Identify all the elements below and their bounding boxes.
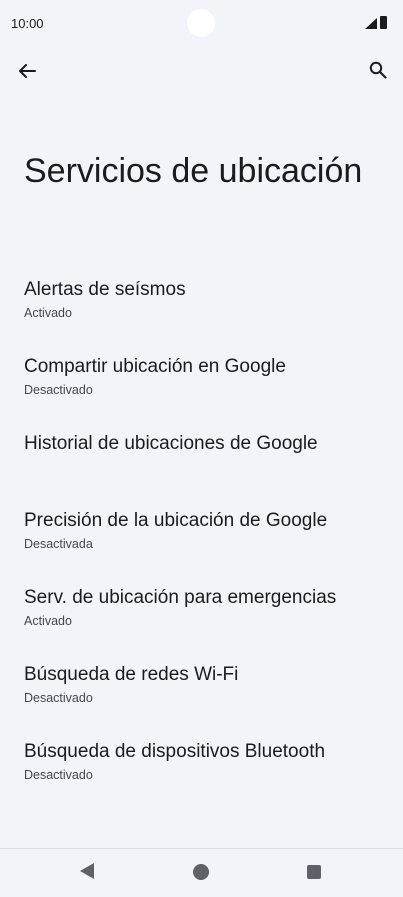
back-button[interactable] [12,58,42,84]
setting-google-location-sharing[interactable]: Compartir ubicación en Google Desactivad… [0,345,403,422]
setting-summary: Desactivada [24,537,93,551]
nav-recents-icon[interactable] [307,865,321,879]
setting-summary: Desactivado [24,383,93,397]
setting-title: Búsqueda de dispositivos Bluetooth [24,741,326,762]
signal-icon [365,18,377,29]
setting-title: Alertas de seísmos [24,279,186,300]
setting-title: Serv. de ubicación para emergencias [24,587,337,608]
setting-title: Historial de ubicaciones de Google [24,433,318,454]
battery-icon [380,16,387,29]
setting-summary: Activado [24,614,72,628]
setting-earthquake-alerts[interactable]: Alertas de seísmos Activado [0,268,403,345]
setting-google-location-history[interactable]: Historial de ubicaciones de Google [0,422,403,499]
settings-list: Alertas de seísmos Activado Compartir ub… [0,268,403,807]
setting-emergency-location-service[interactable]: Serv. de ubicación para emergencias Acti… [0,576,403,653]
setting-google-location-accuracy[interactable]: Precisión de la ubicación de Google Desa… [0,499,403,576]
arrow-back-icon [19,64,36,78]
setting-summary: Desactivado [24,768,93,782]
page-title: Servicios de ubicación [24,152,363,190]
status-bar: 10:00 [0,0,403,48]
nav-back-icon[interactable] [80,863,94,879]
setting-title: Precisión de la ubicación de Google [24,510,328,531]
top-app-bar [0,48,403,92]
setting-title: Búsqueda de redes Wi-Fi [24,664,239,685]
search-button[interactable] [362,56,394,84]
setting-title: Compartir ubicación en Google [24,356,286,377]
search-icon [369,61,387,79]
setting-summary: Desactivado [24,691,93,705]
status-time: 10:00 [11,16,44,31]
setting-wifi-scanning[interactable]: Búsqueda de redes Wi-Fi Desactivado [0,653,403,730]
setting-summary: Activado [24,306,72,320]
camera-cutout [187,9,215,37]
navigation-bar [0,848,403,897]
nav-home-icon[interactable] [193,864,209,880]
setting-bluetooth-scanning[interactable]: Búsqueda de dispositivos Bluetooth Desac… [0,730,403,807]
